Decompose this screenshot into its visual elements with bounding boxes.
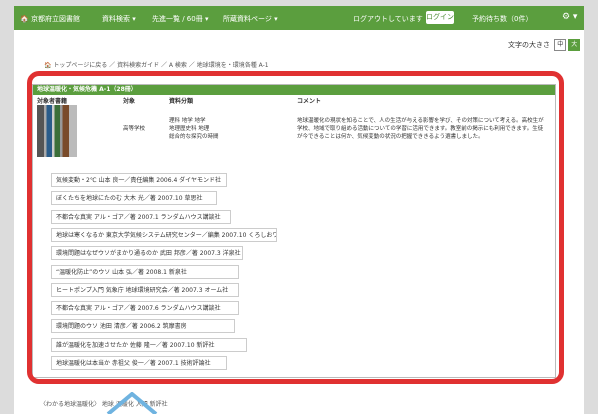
highlight-frame [27, 71, 564, 384]
font-size-control: 文字の大きさ 中大 [508, 39, 581, 51]
font-size-large-button[interactable]: 大 [568, 39, 581, 51]
nav-mypage-menu[interactable]: 所蔵資料ページ ▾ [223, 14, 278, 24]
nav-newbooks-menu[interactable]: 先進一覧 / 60冊 ▾ [152, 14, 208, 24]
arrow-pointer-icon [106, 392, 158, 414]
nav-search-menu[interactable]: 資料検索 ▾ [102, 14, 136, 24]
login-button[interactable]: ログイン [426, 11, 454, 24]
font-size-label: 文字の大きさ [508, 41, 550, 49]
font-size-medium-button[interactable]: 中 [554, 39, 567, 51]
waitlist-link[interactable]: 予約待ち数（0件） [472, 14, 532, 24]
gear-icon[interactable]: ⚙ ▾ [562, 12, 577, 22]
logout-notice: ログアウトしています [353, 15, 423, 23]
nav-home-link[interactable]: 🏠 京都府立図書館 [20, 14, 80, 24]
top-nav-bar: 🏠 京都府立図書館 資料検索 ▾ 先進一覧 / 60冊 ▾ 所蔵資料ページ ▾ … [14, 6, 584, 30]
breadcrumb[interactable]: 🏠 トップページに戻る ／ 資料検索ガイド ／ A 検索 ／ 地球環境を・環境各… [44, 60, 269, 69]
